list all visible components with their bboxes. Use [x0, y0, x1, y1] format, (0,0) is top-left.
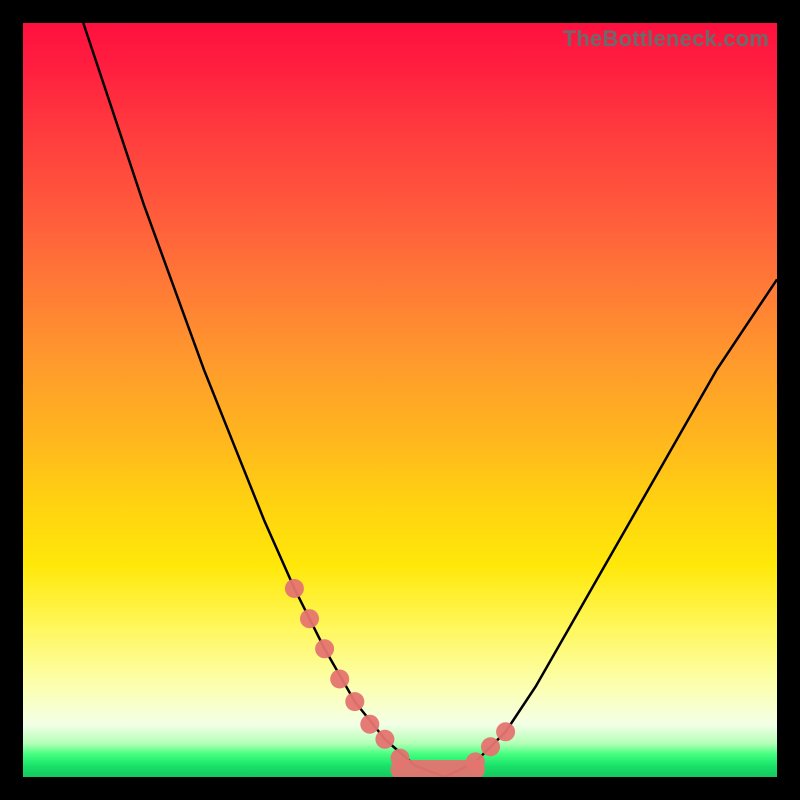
marker-group [285, 579, 515, 771]
marker-dot [360, 715, 379, 734]
marker-dot [285, 579, 304, 598]
marker-dot [466, 752, 485, 771]
marker-dot [330, 670, 349, 689]
marker-dot [481, 737, 500, 756]
marker-dot [496, 722, 515, 741]
chart-plot-area: TheBottleneck.com [23, 23, 777, 777]
bottleneck-curve [83, 23, 777, 777]
chart-stage: TheBottleneck.com [0, 0, 800, 800]
marker-dot [300, 609, 319, 628]
watermark-label: TheBottleneck.com [563, 26, 769, 52]
chart-overlay [23, 23, 777, 777]
marker-dot [375, 730, 394, 749]
marker-dot [391, 749, 410, 768]
marker-dot [315, 639, 334, 658]
marker-dot [345, 692, 364, 711]
